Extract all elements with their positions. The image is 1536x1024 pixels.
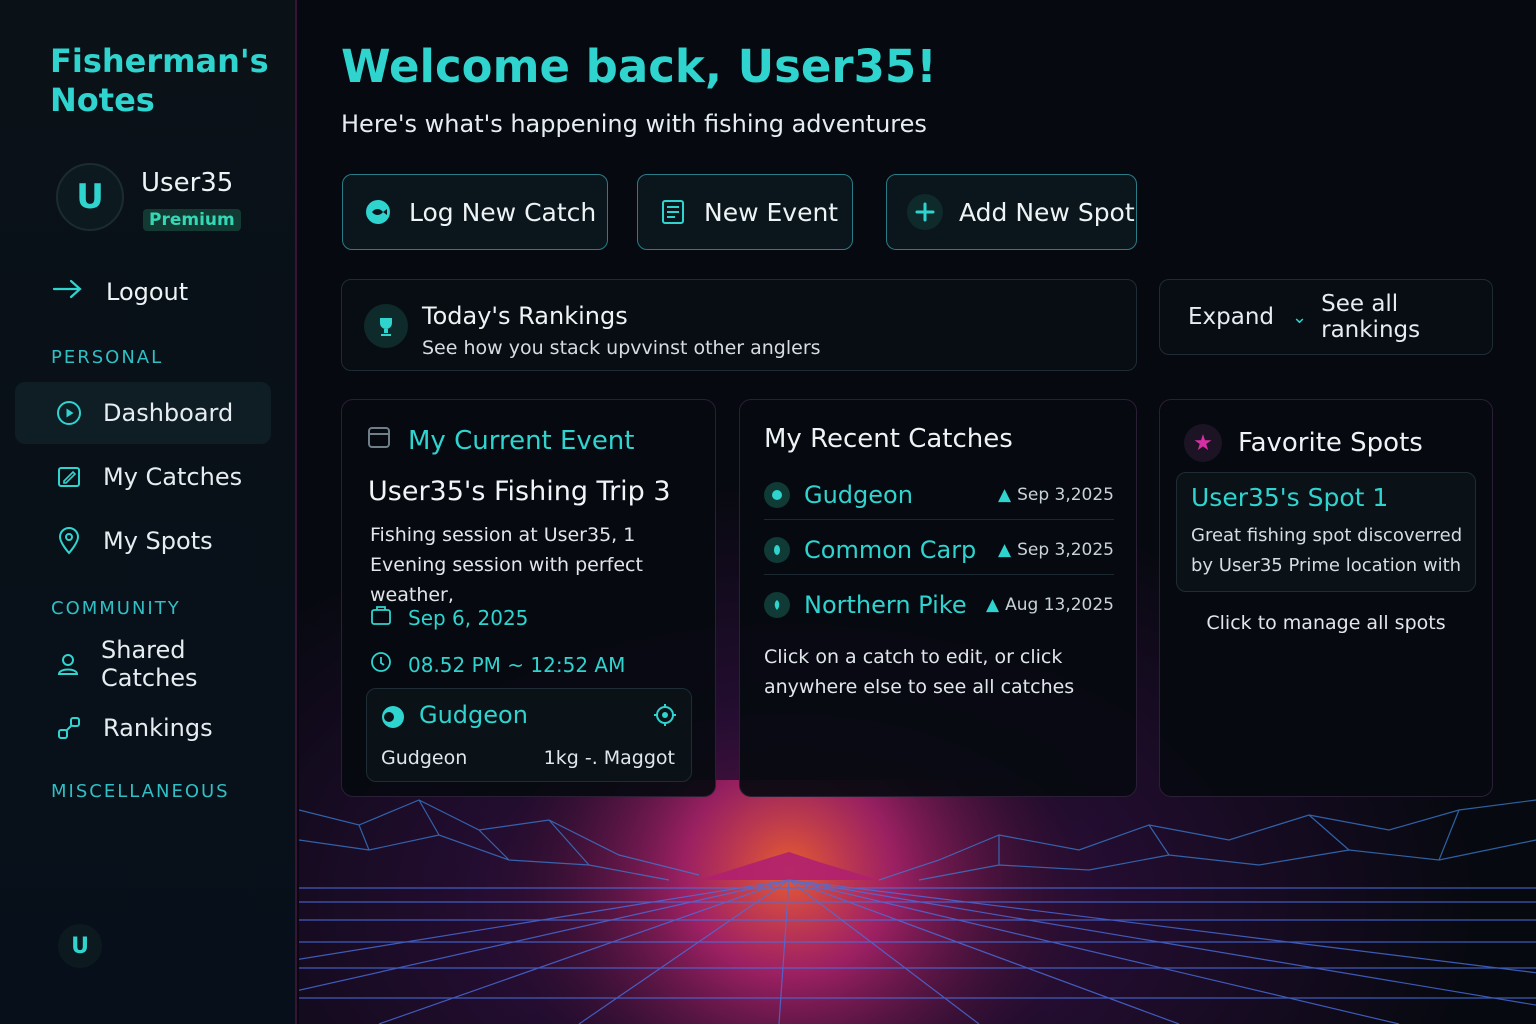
sidebar-item-shared-catches[interactable]: Shared Catches: [15, 633, 271, 695]
event-catch-species: Gudgeon: [381, 747, 468, 769]
favorite-spots-card[interactable]: ★ Favorite Spots User35's Spot 1 Great f…: [1159, 399, 1493, 797]
catch-row[interactable]: Common Carp ▲ Sep 3,2025: [764, 525, 1114, 575]
recent-catches-note: Click on a catch to edit, or click anywh…: [764, 646, 1075, 698]
sidebar-item-label: My Spots: [103, 527, 213, 555]
user-icon: [55, 650, 81, 678]
event-time-row: 08.52 PM ~ 12:52 AM: [370, 651, 625, 678]
calendar-box-icon: [366, 424, 392, 457]
bottom-avatar[interactable]: U: [58, 924, 102, 968]
current-event-card[interactable]: My Current Event User35's Fishing Trip 3…: [341, 399, 716, 797]
catch-date-row: ▲ Sep 3,2025: [998, 485, 1114, 505]
rankings-panel[interactable]: Today's Rankings See how you stack upvvi…: [341, 279, 1137, 371]
edit-note-icon: [55, 463, 83, 491]
section-community: COMMUNITY: [51, 598, 181, 619]
section-personal: PERSONAL: [51, 347, 164, 368]
rankings-subtitle: See how you stack upvvinst other anglers: [422, 337, 821, 359]
fish-icon: [764, 592, 790, 618]
catch-row[interactable]: Northern Pike ▲ Aug 13,2025: [764, 580, 1114, 630]
catch-name: Common Carp: [804, 535, 977, 564]
spot-card[interactable]: User35's Spot 1 Great fishing spot disco…: [1176, 472, 1476, 592]
sidebar-item-label: My Catches: [103, 463, 243, 491]
add-new-spot-button[interactable]: Add New Spot: [886, 174, 1137, 250]
sidebar-item-my-catches[interactable]: My Catches: [15, 446, 271, 508]
welcome-title: Welcome back, User35!: [341, 40, 937, 93]
recent-catches-card[interactable]: My Recent Catches Gudgeon ▲ Sep 3,2025 C…: [739, 399, 1137, 797]
logout-button[interactable]: Logout: [52, 277, 188, 307]
sidebar-item-my-spots[interactable]: My Spots: [15, 510, 271, 572]
catch-date: Sep 3,2025: [1017, 484, 1114, 505]
current-event-title: My Current Event: [408, 425, 635, 456]
log-new-catch-label: Log New Catch: [409, 197, 597, 227]
catch-date: Sep 3,2025: [1017, 539, 1114, 560]
log-new-catch-button[interactable]: Log New Catch: [342, 174, 608, 250]
document-icon: [658, 197, 688, 227]
spot-description: Great fishing spot discoverred by User35…: [1191, 525, 1463, 576]
logout-label: Logout: [106, 278, 189, 306]
section-miscellaneous: MISCELLANEOUS: [51, 781, 230, 802]
fish-icon: [764, 481, 790, 508]
catch-date-row: ▲ Sep 3,2025: [998, 540, 1114, 560]
add-new-spot-label: Add New Spot: [959, 197, 1135, 227]
favorite-spots-title: Favorite Spots: [1238, 428, 1423, 458]
event-description: Fishing session at User35, 1 Evening ses…: [370, 524, 643, 606]
event-date-row: Sep 6, 2025: [370, 604, 528, 631]
sidebar: Fisherman's Notes U User35 Premium Logou…: [0, 0, 297, 1024]
catch-date-row: ▲ Aug 13,2025: [986, 595, 1114, 615]
play-circle-icon: [55, 399, 83, 427]
manage-spots-link[interactable]: Click to manage all spots: [1160, 612, 1492, 634]
fish-badge-icon: [381, 705, 405, 733]
spot-name: User35's Spot 1: [1191, 483, 1389, 512]
trophy-icon: [364, 304, 408, 348]
main-content: Welcome back, User35! Here's what's happ…: [299, 0, 1536, 1024]
event-date: Sep 6, 2025: [408, 605, 529, 630]
recent-catches-title: My Recent Catches: [764, 424, 1013, 454]
catch-date: Aug 13,2025: [1005, 595, 1114, 615]
sidebar-item-label: Rankings: [103, 714, 213, 742]
clock-icon: [370, 651, 392, 678]
mountain-icon: ▲: [997, 539, 1012, 560]
gear-icon[interactable]: [653, 703, 677, 731]
event-catch-card[interactable]: Gudgeon Gudgeon 1kg -. Maggot: [366, 688, 692, 782]
rankings-controls: Expand ⌄ See all rankings: [1159, 279, 1493, 355]
app-brand: Fisherman's Notes: [50, 42, 269, 119]
event-catch-detail: 1kg -. Maggot: [543, 747, 675, 769]
expand-button[interactable]: Expand: [1188, 304, 1274, 330]
catch-name: Northern Pike: [804, 591, 967, 619]
plus-icon: [907, 194, 943, 230]
link-icon: [55, 714, 83, 742]
chevron-down-icon[interactable]: ⌄: [1292, 307, 1307, 328]
mountain-icon: ▲: [997, 484, 1012, 505]
see-all-rankings-link[interactable]: See all rankings: [1321, 291, 1492, 343]
premium-badge: Premium: [143, 209, 241, 231]
event-catch-name: Gudgeon: [419, 701, 528, 729]
user-avatar[interactable]: U: [56, 163, 124, 231]
event-time: 08.52 PM ~ 12:52 AM: [408, 652, 626, 677]
catch-name: Gudgeon: [804, 480, 913, 509]
event-name: User35's Fishing Trip 3: [368, 476, 671, 507]
new-event-button[interactable]: New Event: [637, 174, 853, 250]
fish-icon: [764, 536, 790, 563]
sidebar-item-label: Dashboard: [103, 399, 234, 427]
rankings-title: Today's Rankings: [422, 302, 628, 330]
sidebar-item-rankings[interactable]: Rankings: [15, 697, 271, 759]
star-icon: ★: [1184, 424, 1222, 462]
arrow-right-icon: [52, 277, 84, 307]
new-event-label: New Event: [704, 197, 839, 227]
sidebar-item-dashboard[interactable]: Dashboard: [15, 382, 271, 444]
briefcase-icon: [370, 604, 392, 631]
sidebar-item-label: Shared Catches: [101, 636, 198, 692]
map-pin-icon: [55, 527, 83, 555]
mountain-icon: ▲: [986, 595, 1000, 615]
user-name: User35: [141, 168, 234, 198]
favorite-spots-heading: ★ Favorite Spots: [1184, 424, 1423, 462]
current-event-heading: My Current Event: [366, 424, 634, 457]
fish-icon: [363, 197, 393, 227]
synthwave-landscape: [299, 780, 1536, 1024]
catch-row[interactable]: Gudgeon ▲ Sep 3,2025: [764, 470, 1114, 520]
welcome-subtitle: Here's what's happening with fishing adv…: [341, 110, 927, 138]
